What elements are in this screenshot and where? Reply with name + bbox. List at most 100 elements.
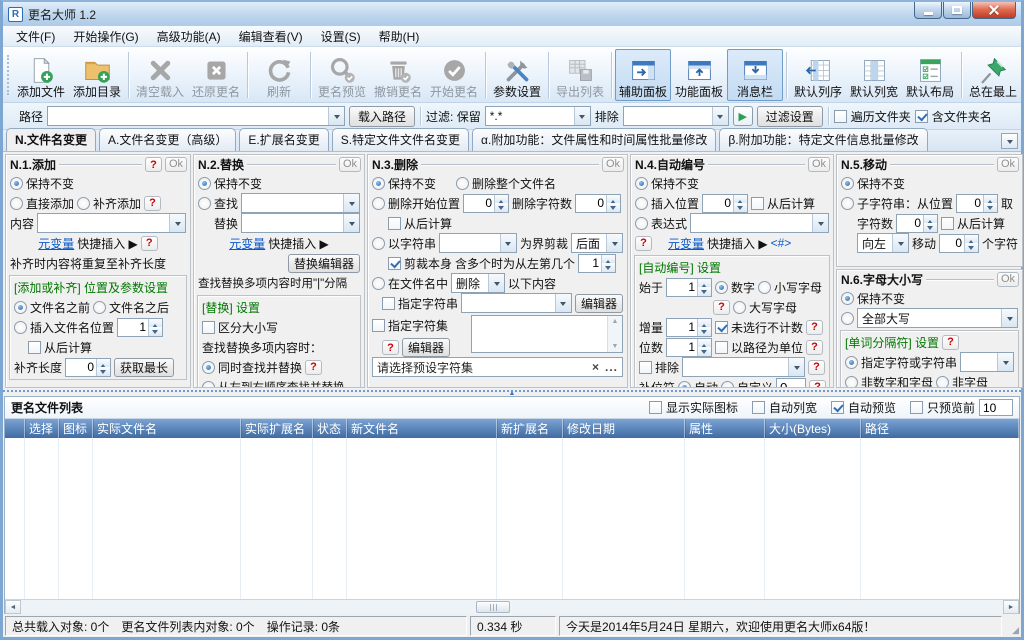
minimize-button[interactable] bbox=[914, 2, 942, 19]
n1-pad-length-spinner[interactable] bbox=[65, 357, 112, 377]
chevron-down-icon[interactable] bbox=[711, 107, 728, 125]
n4-per-path-checkbox[interactable] bbox=[715, 340, 729, 354]
help-button[interactable]: ? bbox=[144, 195, 162, 211]
n1-direct-add-radio[interactable] bbox=[10, 196, 23, 210]
column-size[interactable]: 大小(Bytes) bbox=[765, 419, 861, 438]
chevron-down-icon[interactable] bbox=[812, 214, 828, 232]
n5-count-spinner[interactable] bbox=[896, 213, 939, 233]
n1-from-end-checkbox[interactable] bbox=[28, 340, 41, 354]
aux-panel-toggle[interactable]: 辅助面板 bbox=[615, 49, 671, 101]
chevron-down-icon[interactable] bbox=[488, 274, 505, 292]
n5-keep-radio[interactable] bbox=[841, 176, 854, 190]
refresh-button[interactable]: 刷新 bbox=[251, 49, 307, 101]
n5-move-spinner[interactable] bbox=[939, 233, 980, 253]
menu-advanced[interactable]: 高级功能(A) bbox=[148, 26, 230, 47]
n3-delete-all-radio[interactable] bbox=[456, 176, 470, 190]
n3-del-count-spinner[interactable] bbox=[575, 193, 622, 213]
column-real-extension[interactable]: 实际扩展名 bbox=[241, 419, 313, 438]
parameter-settings-button[interactable]: 参数设置 bbox=[489, 49, 545, 101]
n6-non-alnum-radio[interactable] bbox=[845, 375, 858, 387]
preview-rename-button[interactable]: 更名预览 bbox=[314, 49, 370, 101]
help-button[interactable]: ? bbox=[140, 235, 158, 251]
n3-spec-string-combo[interactable] bbox=[461, 293, 572, 313]
preview-limit-input[interactable] bbox=[979, 399, 1013, 416]
preview-limit-checkbox[interactable]: 只预览前 bbox=[909, 399, 1013, 416]
undo-rename-button[interactable]: 撤销更名 bbox=[370, 49, 426, 101]
n2-meta-variable-link[interactable]: 元变量 bbox=[229, 235, 265, 252]
clear-icon[interactable]: × bbox=[592, 360, 599, 374]
default-column-width-button[interactable]: 默认列宽 bbox=[846, 49, 902, 101]
n3-nth-spinner[interactable] bbox=[578, 253, 617, 273]
always-on-top-button[interactable]: 总在最上 bbox=[965, 49, 1021, 101]
column-icon[interactable]: 图标 bbox=[59, 419, 93, 438]
n5-from-end-checkbox[interactable] bbox=[941, 216, 955, 230]
chevron-down-icon[interactable] bbox=[343, 194, 359, 212]
chevron-down-icon[interactable] bbox=[169, 214, 185, 232]
scrollbar[interactable]: ▲ ▼ bbox=[607, 316, 622, 352]
n4-uppercase-radio[interactable] bbox=[733, 300, 746, 314]
n3-boundary-string-combo[interactable] bbox=[439, 233, 517, 253]
column-new-filename[interactable]: 新文件名 bbox=[347, 419, 497, 438]
n4-lowercase-radio[interactable] bbox=[758, 280, 772, 294]
n4-insert-pos-spinner[interactable] bbox=[702, 193, 749, 213]
menu-help[interactable]: 帮助(H) bbox=[370, 26, 429, 47]
n4-from-end-checkbox[interactable] bbox=[751, 196, 765, 210]
n3-del-start-radio[interactable] bbox=[372, 196, 385, 210]
keep-filter-combo[interactable]: *.* bbox=[484, 106, 591, 126]
chevron-down-icon[interactable] bbox=[328, 107, 345, 125]
n2-replace-editor-button[interactable]: 替换编辑器 bbox=[287, 253, 360, 273]
n3-spec-string-checkbox[interactable] bbox=[382, 296, 395, 310]
n4-digits-spinner[interactable] bbox=[666, 337, 713, 357]
help-button[interactable]: ? bbox=[305, 359, 323, 375]
n4-exclude-combo[interactable] bbox=[682, 357, 805, 377]
n2-replace-combo[interactable] bbox=[241, 213, 360, 233]
n6-keep-radio[interactable] bbox=[841, 291, 854, 305]
chevron-down-icon[interactable] bbox=[343, 214, 359, 232]
help-button[interactable]: ? bbox=[808, 359, 825, 375]
n6-non-alpha-radio[interactable] bbox=[936, 375, 950, 387]
tab-extension-change[interactable]: E.扩展名变更 bbox=[239, 128, 329, 151]
path-combo[interactable] bbox=[47, 106, 346, 126]
n3-keep-radio[interactable] bbox=[372, 176, 385, 190]
function-panel-toggle[interactable]: 功能面板 bbox=[671, 49, 727, 101]
column-new-extension[interactable]: 新扩展名 bbox=[497, 419, 563, 438]
n4-increment-spinner[interactable] bbox=[666, 317, 713, 337]
n1-before-radio[interactable] bbox=[14, 300, 27, 314]
close-button[interactable] bbox=[972, 2, 1016, 19]
n5-from-pos-spinner[interactable] bbox=[956, 193, 999, 213]
n1-after-radio[interactable] bbox=[93, 300, 107, 314]
scroll-right-button[interactable]: ► bbox=[1003, 600, 1019, 614]
help-button[interactable]: ? bbox=[713, 299, 730, 315]
help-button[interactable]: ? bbox=[809, 379, 827, 387]
clear-loaded-button[interactable]: 清空载入 bbox=[132, 49, 188, 101]
n3-by-string-radio[interactable] bbox=[372, 236, 385, 250]
n2-keep-radio[interactable] bbox=[198, 176, 211, 190]
menu-view[interactable]: 编辑查看(V) bbox=[230, 26, 312, 47]
n1-insert-pos-spinner[interactable] bbox=[117, 317, 164, 337]
n4-hash-tag[interactable]: <#> bbox=[771, 236, 792, 250]
tab-specific-files[interactable]: S.特定文件文件名变更 bbox=[331, 128, 470, 151]
maximize-button[interactable] bbox=[943, 2, 971, 19]
auto-column-width-checkbox[interactable]: 自动列宽 bbox=[751, 399, 817, 416]
column-path[interactable]: 路径 bbox=[861, 419, 1019, 438]
n3-string-editor-button[interactable]: 编辑器 bbox=[574, 293, 623, 313]
chevron-down-icon[interactable] bbox=[554, 294, 571, 312]
help-button[interactable]: ? bbox=[382, 340, 399, 355]
help-button[interactable]: ? bbox=[806, 339, 824, 355]
ok-button[interactable]: Ok bbox=[996, 272, 1020, 287]
include-folder-name-checkbox[interactable]: 含文件夹名 bbox=[914, 108, 992, 125]
start-rename-button[interactable]: 开始更名 bbox=[426, 49, 482, 101]
help-button[interactable]: ? bbox=[635, 235, 652, 251]
chevron-down-icon[interactable] bbox=[788, 358, 804, 376]
n2-find-combo[interactable] bbox=[241, 193, 360, 213]
more-icon[interactable]: ... bbox=[605, 360, 618, 374]
tab-filename-advanced[interactable]: A.文件名变更（高级） bbox=[99, 128, 237, 151]
column-attributes[interactable]: 属性 bbox=[685, 419, 765, 438]
n4-keep-radio[interactable] bbox=[635, 176, 648, 190]
n3-set-editor-button[interactable]: 编辑器 bbox=[402, 338, 451, 357]
ok-button[interactable]: Ok bbox=[338, 157, 361, 172]
ok-button[interactable]: Ok bbox=[807, 157, 830, 172]
column-real-filename[interactable]: 实际文件名 bbox=[93, 419, 241, 438]
n4-expression-radio[interactable] bbox=[635, 216, 648, 230]
n3-charset-box[interactable]: ▲ ▼ bbox=[471, 315, 623, 353]
